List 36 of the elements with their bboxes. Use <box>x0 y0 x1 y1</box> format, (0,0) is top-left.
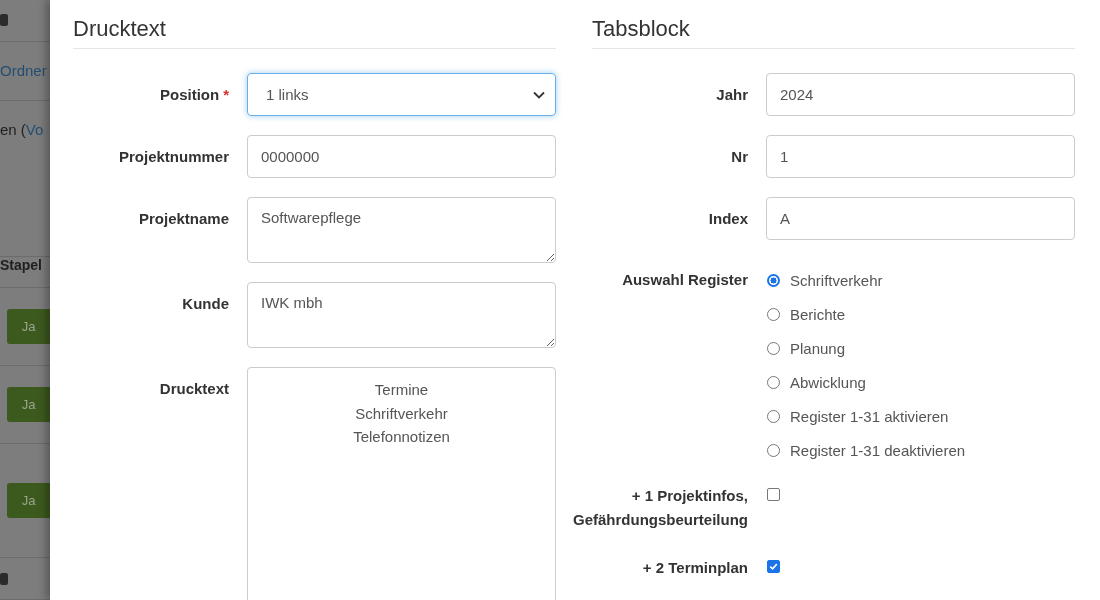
input-field[interactable]: 0000000 <box>247 135 556 178</box>
radio-label: Planung <box>790 339 846 357</box>
required-mark: * <box>223 86 229 103</box>
text-area[interactable]: Softwarepflege <box>247 197 556 263</box>
text-area[interactable]: Termine Schriftverkehr Telefonnotizen <box>247 367 556 600</box>
field-label: + 1 Projektinfos, Gefährdungsbeurteilung <box>573 487 748 528</box>
text: en ( <box>0 120 26 138</box>
field-label: Drucktext <box>159 380 229 397</box>
field-label: Projektnummer <box>118 148 229 165</box>
chevron-icon <box>533 90 545 99</box>
input-field[interactable]: A <box>766 197 1075 240</box>
input-field[interactable]: 2024 <box>766 73 1075 116</box>
position-select[interactable]: 1 links <box>247 73 556 116</box>
field-label: + 2 Terminplan <box>642 559 748 576</box>
field-label: Position <box>160 86 220 103</box>
checkbox[interactable] <box>767 488 780 501</box>
field-label: Nr <box>731 148 748 165</box>
section-title: Tabsblock <box>592 16 1075 49</box>
radio-label: Berichte <box>790 305 846 323</box>
section-title: Drucktext <box>73 16 556 49</box>
radio-label: Abwicklung <box>790 373 866 391</box>
field-label: Kunde <box>182 295 229 312</box>
text-area[interactable]: IWK mbh <box>247 282 556 348</box>
radio-button[interactable] <box>767 273 780 287</box>
radio-label: Schriftverkehr <box>790 271 883 289</box>
radio-label: Register 1-31 aktivieren <box>790 407 949 425</box>
field-label: Projektname <box>138 210 229 227</box>
radio-label: Register 1-31 deaktivieren <box>790 441 966 459</box>
field-label: Index <box>708 210 748 227</box>
input-field[interactable]: 1 <box>766 135 1075 178</box>
checkbox[interactable] <box>767 560 780 573</box>
field-label: Jahr <box>716 86 748 103</box>
square-icon <box>0 14 8 27</box>
field-label: Auswahl Register <box>622 271 748 288</box>
column-heading: Stapel <box>0 257 42 274</box>
square-icon <box>0 572 8 585</box>
